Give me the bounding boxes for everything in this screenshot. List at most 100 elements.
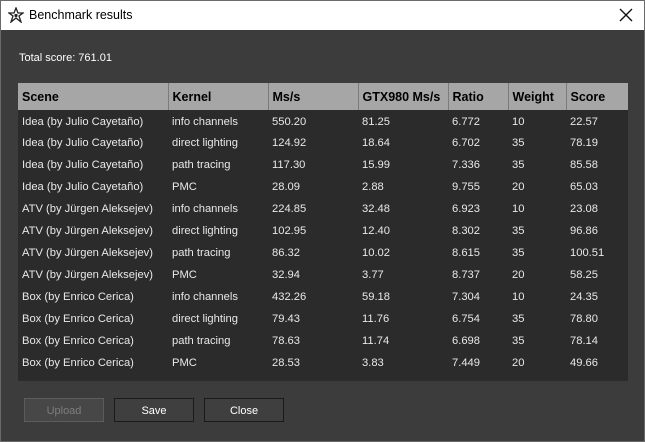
scene-cell: ATV (by Jürgen Aleksejev) bbox=[22, 203, 153, 215]
ratio-cell: 6.698 bbox=[452, 335, 480, 347]
table-row[interactable]: ATV (by Jürgen Aleksejev) path tracing 86.… bbox=[18, 242, 628, 264]
kernel-cell: info channels bbox=[172, 203, 238, 215]
ratio-cell: 6.754 bbox=[452, 313, 480, 325]
title-bar: Benchmark results bbox=[1, 1, 644, 30]
kernel-cell: direct lighting bbox=[172, 225, 238, 237]
column-header-gtx980-ms[interactable]: GTX980 Ms/s bbox=[358, 83, 449, 110]
ratio-cell: 7.304 bbox=[452, 291, 480, 303]
scene-cell: ATV (by Jürgen Aleksejev) bbox=[22, 269, 153, 281]
column-header-ms[interactable]: Ms/s bbox=[268, 83, 359, 110]
ratio-cell: 9.755 bbox=[452, 181, 480, 193]
ms-cell: 32.94 bbox=[272, 269, 300, 281]
table-row[interactable]: Box (by Enrico Cerica) PMC 28.53 3.83 7.449 2… bbox=[18, 352, 628, 374]
octane-logo-icon bbox=[8, 7, 24, 23]
gtx980-ms-cell: 59.18 bbox=[362, 291, 390, 303]
close-button[interactable]: Close bbox=[204, 398, 284, 422]
table-row[interactable]: Box (by Enrico Cerica) path tracing 78.63 1… bbox=[18, 330, 628, 352]
scene-cell: Box (by Enrico Cerica) bbox=[22, 357, 134, 369]
weight-cell: 10 bbox=[512, 203, 525, 215]
results-table: Scene Kernel Ms/s GTX980 Ms/s Ratio Weig… bbox=[18, 83, 628, 381]
kernel-cell: PMC bbox=[172, 357, 197, 369]
weight-cell: 35 bbox=[512, 137, 525, 149]
gtx980-ms-cell: 10.02 bbox=[362, 247, 390, 259]
scene-cell: Box (by Enrico Cerica) bbox=[22, 313, 134, 325]
table-row[interactable]: Idea (by Julio Cayetaño) direct lighting 1… bbox=[18, 132, 628, 154]
weight-cell: 10 bbox=[512, 291, 525, 303]
weight-cell: 35 bbox=[512, 313, 525, 325]
ms-cell: 224.85 bbox=[272, 203, 307, 215]
column-header-weight[interactable]: Weight bbox=[508, 83, 567, 110]
table-row[interactable]: Idea (by Julio Cayetaño) info channels 550… bbox=[18, 110, 628, 132]
score-cell: 100.51 bbox=[570, 247, 605, 259]
ms-cell: 86.32 bbox=[272, 247, 300, 259]
upload-button[interactable]: Upload bbox=[24, 398, 104, 422]
table-row[interactable]: Box (by Enrico Cerica) direct lighting 79.… bbox=[18, 308, 628, 330]
kernel-cell: PMC bbox=[172, 269, 197, 281]
gtx980-ms-cell: 12.40 bbox=[362, 225, 390, 237]
ratio-cell: 8.615 bbox=[452, 247, 480, 259]
gtx980-ms-cell: 2.88 bbox=[362, 181, 384, 193]
ms-cell: 79.43 bbox=[272, 313, 300, 325]
ms-cell: 550.20 bbox=[272, 116, 307, 128]
scene-cell: Idea (by Julio Cayetaño) bbox=[22, 159, 144, 171]
column-header-score[interactable]: Score bbox=[566, 83, 628, 110]
ratio-cell: 6.772 bbox=[452, 116, 480, 128]
gtx980-ms-cell: 11.74 bbox=[362, 335, 390, 347]
gtx980-ms-cell: 15.99 bbox=[362, 159, 390, 171]
ms-cell: 28.53 bbox=[272, 357, 300, 369]
gtx980-ms-cell: 3.77 bbox=[362, 269, 384, 281]
close-icon[interactable] bbox=[617, 6, 635, 24]
scene-cell: Box (by Enrico Cerica) bbox=[22, 291, 134, 303]
score-cell: 58.25 bbox=[570, 269, 598, 281]
ms-cell: 102.95 bbox=[272, 225, 307, 237]
scene-cell: Box (by Enrico Cerica) bbox=[22, 335, 134, 347]
gtx980-ms-cell: 11.76 bbox=[362, 313, 390, 325]
scene-cell: Idea (by Julio Cayetaño) bbox=[22, 137, 144, 149]
weight-cell: 10 bbox=[512, 116, 525, 128]
ratio-cell: 8.302 bbox=[452, 225, 480, 237]
window-title: Benchmark results bbox=[29, 8, 133, 22]
ratio-cell: 6.702 bbox=[452, 137, 480, 149]
table-row[interactable]: Idea (by Julio Cayetaño) PMC 28.09 2.88 9.75… bbox=[18, 176, 628, 198]
ms-cell: 28.09 bbox=[272, 181, 300, 193]
score-cell: 65.03 bbox=[570, 181, 598, 193]
score-cell: 78.80 bbox=[570, 313, 598, 325]
table-row[interactable]: Idea (by Julio Cayetaño) path tracing 117.… bbox=[18, 154, 628, 176]
score-cell: 96.86 bbox=[570, 225, 598, 237]
gtx980-ms-cell: 32.48 bbox=[362, 203, 390, 215]
ratio-cell: 6.923 bbox=[452, 203, 480, 215]
column-header-ratio[interactable]: Ratio bbox=[448, 83, 509, 110]
column-header-scene[interactable]: Scene bbox=[18, 83, 169, 110]
weight-cell: 35 bbox=[512, 247, 525, 259]
score-cell: 78.14 bbox=[570, 335, 598, 347]
score-cell: 24.35 bbox=[570, 291, 598, 303]
ratio-cell: 8.737 bbox=[452, 269, 480, 281]
scene-cell: Idea (by Julio Cayetaño) bbox=[22, 116, 144, 128]
kernel-cell: path tracing bbox=[172, 247, 231, 259]
kernel-cell: direct lighting bbox=[172, 313, 238, 325]
kernel-cell: path tracing bbox=[172, 335, 231, 347]
score-cell: 85.58 bbox=[570, 159, 598, 171]
score-cell: 49.66 bbox=[570, 357, 598, 369]
gtx980-ms-cell: 18.64 bbox=[362, 137, 390, 149]
score-cell: 22.57 bbox=[570, 116, 598, 128]
kernel-cell: path tracing bbox=[172, 159, 231, 171]
kernel-cell: PMC bbox=[172, 181, 197, 193]
score-cell: 78.19 bbox=[570, 137, 598, 149]
ratio-cell: 7.449 bbox=[452, 357, 480, 369]
table-header-row: Scene Kernel Ms/s GTX980 Ms/s Ratio Weig… bbox=[18, 83, 628, 110]
ratio-cell: 7.336 bbox=[452, 159, 480, 171]
table-row[interactable]: ATV (by Jürgen Aleksejev) PMC 32.94 3.77 8.7… bbox=[18, 264, 628, 286]
table-row[interactable]: ATV (by Jürgen Aleksejev) info channels 22… bbox=[18, 198, 628, 220]
total-score: Total score: 761.01 bbox=[19, 52, 112, 64]
ms-cell: 78.63 bbox=[272, 335, 300, 347]
save-button[interactable]: Save bbox=[114, 398, 194, 422]
scene-cell: Idea (by Julio Cayetaño) bbox=[22, 181, 144, 193]
column-header-kernel[interactable]: Kernel bbox=[168, 83, 269, 110]
gtx980-ms-cell: 3.83 bbox=[362, 357, 384, 369]
table-row[interactable]: ATV (by Jürgen Aleksejev) direct lighting… bbox=[18, 220, 628, 242]
ms-cell: 117.30 bbox=[272, 159, 306, 171]
table-row[interactable]: Box (by Enrico Cerica) info channels 432.2… bbox=[18, 286, 628, 308]
weight-cell: 20 bbox=[512, 269, 525, 281]
kernel-cell: info channels bbox=[172, 291, 238, 303]
